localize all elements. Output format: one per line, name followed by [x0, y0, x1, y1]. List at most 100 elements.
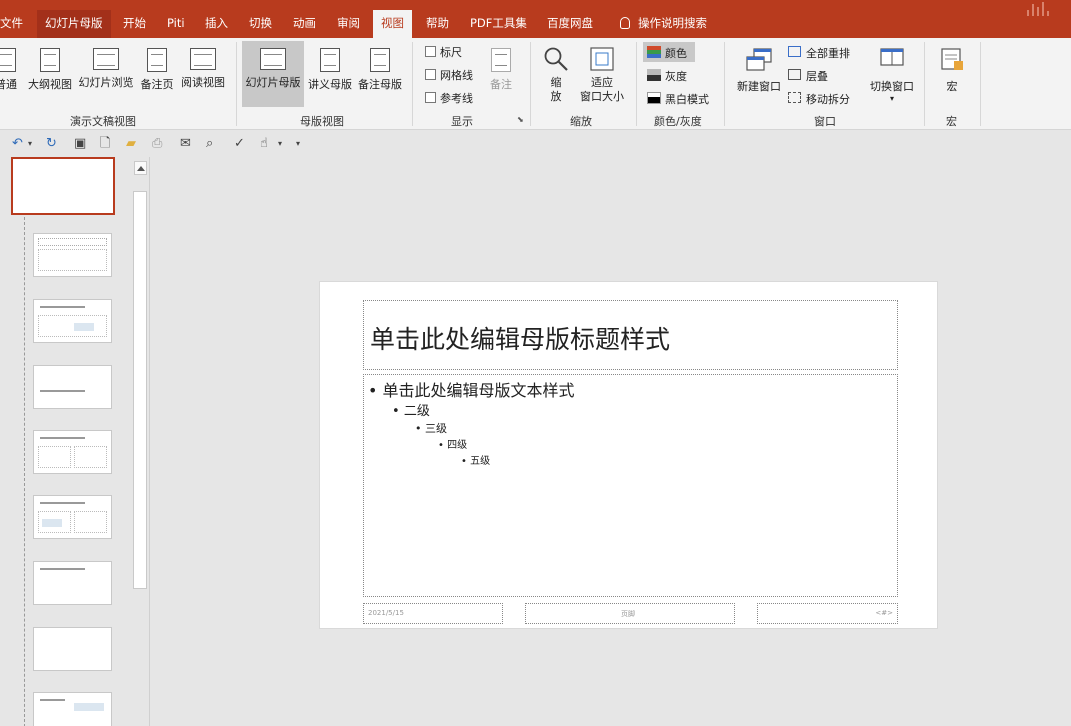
tab-view[interactable]: 视图 [373, 10, 412, 38]
tab-home[interactable]: 开始 [123, 10, 146, 38]
notes-button[interactable]: 备注 [486, 48, 516, 92]
guides-checkbox[interactable] [425, 92, 436, 103]
reading-view-icon [190, 48, 216, 70]
cascade-option[interactable]: 层叠 [806, 68, 828, 84]
footer-date: 2021/5/15 [368, 609, 404, 617]
slide-canvas[interactable]: 单击此处编辑母版标题样式 • 单击此处编辑母版文本样式 • 二级 • 三级 • … [319, 281, 938, 629]
handout-master-icon [320, 48, 340, 72]
layout-thumbnail[interactable] [33, 627, 112, 671]
macros-button[interactable]: 宏 [936, 46, 968, 94]
grayscale-option[interactable]: 灰度 [665, 68, 687, 84]
slide-number-placeholder[interactable]: <#> [757, 603, 898, 624]
color-option[interactable]: 颜色 [665, 45, 687, 61]
tab-file[interactable]: 文件 [0, 10, 23, 38]
touch-dropdown-icon[interactable]: ▾ [278, 136, 282, 152]
scrollbar-thumb[interactable] [133, 191, 147, 589]
tab-baidu-netdisk[interactable]: 百度网盘 [547, 10, 593, 38]
notes-page-icon [147, 48, 167, 72]
notes-page-button[interactable]: 备注页 [137, 48, 177, 92]
layout-thumbnail[interactable] [33, 365, 112, 409]
switch-window-button[interactable]: 切换窗口 ▾ [866, 46, 918, 104]
notes-icon [491, 48, 511, 72]
thumb-image [74, 323, 94, 331]
new-file-icon[interactable]: 🗋 [100, 136, 110, 152]
layout-thumbnail[interactable] [33, 692, 112, 726]
fit-to-window-button[interactable]: 适应 窗口大小 [576, 46, 628, 104]
date-placeholder[interactable]: 2021/5/15 [363, 603, 503, 624]
thumbnail-scrollbar[interactable] [132, 157, 148, 726]
reading-view-button[interactable]: 阅读视图 [177, 48, 229, 90]
redo-icon[interactable]: ↻ [46, 136, 57, 152]
email-icon[interactable]: ✉ [180, 136, 191, 152]
new-window-button[interactable]: 新建窗口 [733, 46, 785, 94]
dialog-launcher-icon[interactable]: ⬊ [517, 115, 524, 124]
arrange-all-icon [788, 46, 801, 57]
tab-piti[interactable]: Piti [167, 10, 185, 38]
customize-toolbar-icon[interactable]: ▾ [296, 136, 300, 152]
print-icon[interactable]: ⎙ [152, 136, 162, 152]
title-placeholder[interactable]: 单击此处编辑母版标题样式 [363, 300, 898, 370]
new-window-icon [746, 48, 772, 71]
layout-thumbnail[interactable] [33, 299, 112, 343]
notes-master-button[interactable]: 备注母版 [355, 48, 405, 92]
sound-wave-icon [1027, 2, 1049, 16]
move-split-option[interactable]: 移动拆分 [806, 91, 850, 107]
new-window-label: 新建窗口 [737, 80, 781, 93]
slide-sorter-button[interactable]: 幻灯片浏览 [76, 48, 136, 90]
slide-master-label: 幻灯片母版 [245, 76, 301, 89]
from-beginning-icon[interactable]: ▣ [74, 136, 86, 152]
print-preview-icon[interactable]: ⌕ [206, 136, 213, 152]
zoom-button[interactable]: 缩 放 [540, 46, 572, 104]
master-slide-thumbnail[interactable] [11, 157, 115, 215]
layout-thumbnail[interactable] [33, 561, 112, 605]
group-divider [412, 42, 413, 126]
scroll-up-icon[interactable] [134, 161, 147, 175]
tab-animations[interactable]: 动画 [293, 10, 316, 38]
open-folder-icon[interactable]: ▰ [126, 136, 136, 152]
thumb-title-bar [40, 699, 65, 701]
body-level-4-text: 四级 [447, 440, 468, 451]
gridlines-label: 网格线 [440, 69, 473, 82]
arrange-all-option[interactable]: 全部重排 [806, 45, 850, 61]
outline-view-icon [40, 48, 60, 72]
layout-thumbnail[interactable] [33, 495, 112, 539]
spelling-icon[interactable]: ✓ [234, 136, 245, 152]
body-level-1: • 单击此处编辑母版文本样式 [368, 381, 575, 400]
footer-placeholder[interactable]: 页脚 [525, 603, 735, 624]
thumb-image [74, 703, 104, 711]
tab-review[interactable]: 审阅 [337, 10, 360, 38]
group-divider [980, 42, 981, 126]
touch-mode-icon[interactable]: ☝ [260, 136, 268, 152]
ruler-checkbox[interactable] [425, 46, 436, 57]
fit-label-line2: 窗口大小 [580, 90, 624, 103]
handout-master-label: 讲义母版 [308, 78, 352, 91]
slide-master-button[interactable]: 幻灯片母版 [243, 48, 303, 90]
gridlines-checkbox[interactable] [425, 69, 436, 80]
body-placeholder[interactable]: • 单击此处编辑母版文本样式 • 二级 • 三级 • 四级 • 五级 [363, 374, 898, 597]
black-white-swatch-icon [647, 92, 661, 104]
tab-pdf-tools[interactable]: PDF工具集 [470, 10, 527, 38]
tell-me-search[interactable]: 操作说明搜索 [620, 10, 707, 38]
normal-view-icon [0, 48, 16, 72]
tab-insert[interactable]: 插入 [205, 10, 228, 38]
normal-view-button[interactable]: 普通 [0, 48, 18, 92]
undo-dropdown-icon[interactable]: ▾ [28, 136, 32, 152]
group-divider [724, 42, 725, 126]
undo-icon[interactable]: ↶ [12, 136, 23, 152]
dropdown-arrow-icon: ▾ [889, 94, 894, 103]
thumb-body-right [74, 446, 107, 468]
fit-window-icon [590, 47, 614, 71]
layout-thumbnail[interactable] [33, 233, 112, 277]
group-divider [530, 42, 531, 126]
tab-transitions[interactable]: 切换 [249, 10, 272, 38]
outline-view-button[interactable]: 大纲视图 [24, 48, 76, 92]
layout-thumbnail[interactable] [33, 430, 112, 474]
slide-title: 单击此处编辑母版标题样式 [370, 325, 671, 354]
handout-master-button[interactable]: 讲义母版 [305, 48, 355, 92]
tab-help[interactable]: 帮助 [426, 10, 449, 38]
ribbon-view: 普通 大纲视图 幻灯片浏览 备注页 阅读视图 演示文稿视图 幻灯片母版 讲义母版… [0, 38, 1071, 130]
tab-slide-master[interactable]: 幻灯片母版 [37, 10, 111, 38]
black-white-option[interactable]: 黑白模式 [665, 91, 709, 107]
ruler-label: 标尺 [440, 46, 462, 59]
group-label-macros: 宏 [946, 115, 957, 128]
